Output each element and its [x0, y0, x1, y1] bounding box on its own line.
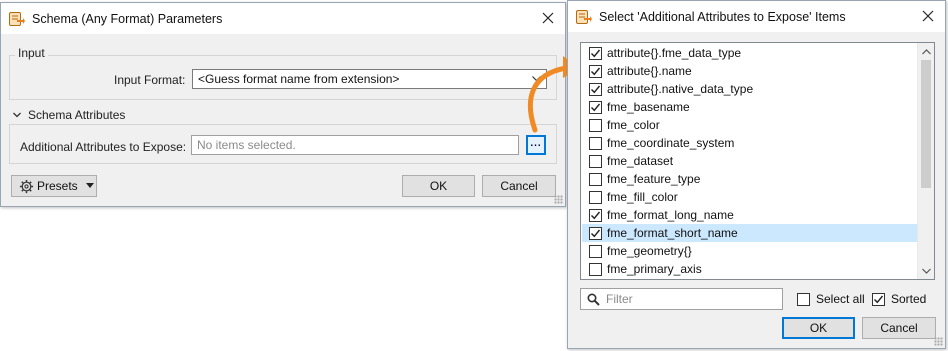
item-label: fme_format_long_name — [607, 208, 734, 222]
item-checkbox[interactable] — [589, 118, 602, 132]
item-checkbox[interactable] — [589, 136, 602, 150]
item-checkbox[interactable] — [589, 46, 602, 60]
schema-parameters-dialog: Schema (Any Format) Parameters Input Inp… — [0, 2, 566, 207]
checkmark-icon — [591, 49, 601, 57]
search-icon — [587, 292, 600, 306]
list-item[interactable]: fme_color — [582, 116, 917, 134]
list-item[interactable]: fme_fill_color — [582, 188, 917, 206]
list-item[interactable]: fme_geometry{} — [582, 242, 917, 260]
schema-attributes-toggle[interactable]: Schema Attributes — [9, 108, 129, 122]
list-item[interactable]: fme_basename — [582, 98, 917, 116]
dropdown-arrow-icon — [85, 183, 94, 189]
item-checkbox[interactable] — [589, 172, 602, 186]
item-label: fme_coordinate_system — [607, 136, 735, 150]
list-item[interactable]: fme_format_long_name — [582, 206, 917, 224]
right-dialog-titlebar[interactable]: Select 'Additional Attributes to Expose'… — [568, 1, 945, 32]
gear-icon — [19, 179, 34, 194]
list-item[interactable]: attribute{}.native_data_type — [582, 80, 917, 98]
item-label: fme_basename — [607, 100, 690, 114]
presets-button[interactable]: Presets — [11, 175, 97, 197]
item-label: fme_geometry{} — [607, 244, 692, 258]
cancel-button[interactable]: Cancel — [482, 175, 556, 197]
sorted-checkbox[interactable]: Sorted — [872, 292, 926, 306]
additional-attributes-label: Additional Attributes to Expose: — [20, 140, 187, 154]
close-icon[interactable] — [917, 5, 939, 27]
checkmark-icon — [591, 67, 601, 75]
item-checkbox[interactable] — [589, 82, 602, 96]
checkmark-icon — [591, 211, 601, 219]
checkmark-icon — [874, 295, 884, 303]
list-item[interactable]: attribute{}.name — [582, 62, 917, 80]
sorted-box — [872, 292, 885, 306]
checkmark-icon — [591, 229, 601, 237]
presets-label: Presets — [37, 179, 78, 193]
fme-reader-icon — [575, 8, 592, 25]
right-dialog-title: Select 'Additional Attributes to Expose'… — [599, 9, 846, 24]
filter-input[interactable]: Filter — [580, 288, 783, 310]
scroll-thumb[interactable] — [921, 60, 931, 188]
select-items-dialog: Select 'Additional Attributes to Expose'… — [567, 0, 946, 349]
additional-attributes-placeholder: No items selected. — [197, 138, 296, 152]
item-label: attribute{}.native_data_type — [607, 82, 754, 96]
list-item[interactable]: fme_primary_axis — [582, 260, 917, 278]
list-item[interactable]: fme_coordinate_system — [582, 134, 917, 152]
item-checkbox[interactable] — [589, 100, 602, 114]
left-dialog-titlebar[interactable]: Schema (Any Format) Parameters — [1, 3, 565, 34]
browse-attributes-button[interactable]: ... — [526, 135, 546, 155]
scroll-down-icon[interactable] — [918, 262, 934, 279]
left-dialog-title: Schema (Any Format) Parameters — [32, 11, 223, 26]
item-label: fme_feature_type — [607, 172, 701, 186]
close-icon[interactable] — [537, 7, 559, 29]
filter-placeholder: Filter — [606, 292, 633, 306]
resize-grip[interactable] — [934, 337, 943, 346]
input-format-value: <Guess format name from extension> — [198, 72, 400, 86]
list-item[interactable]: fme_format_short_name — [582, 224, 917, 242]
checkmark-icon — [591, 85, 601, 93]
list-item[interactable]: fme_feature_type — [582, 170, 917, 188]
item-checkbox[interactable] — [589, 154, 602, 168]
scroll-up-icon[interactable] — [918, 43, 934, 60]
select-all-label: Select all — [816, 292, 865, 306]
item-label: fme_format_short_name — [607, 226, 738, 240]
list-scrollbar[interactable] — [917, 43, 934, 279]
item-checkbox[interactable] — [589, 190, 602, 204]
item-label: attribute{}.name — [607, 64, 692, 78]
fme-reader-icon — [8, 10, 25, 27]
select-all-box — [797, 292, 810, 306]
cancel-button[interactable]: Cancel — [862, 317, 936, 339]
ok-button[interactable]: OK — [402, 175, 475, 197]
sorted-label: Sorted — [891, 292, 927, 306]
input-group-title: Input — [15, 46, 48, 60]
additional-attributes-field[interactable]: No items selected. — [191, 135, 519, 155]
item-checkbox[interactable] — [589, 244, 602, 258]
checkmark-icon — [591, 103, 601, 111]
attribute-list[interactable]: attribute{}.fme_data_type attribute{}.nam… — [580, 42, 935, 280]
input-format-select[interactable]: <Guess format name from extension> — [192, 69, 547, 89]
item-label: fme_color — [607, 118, 660, 132]
input-format-label: Input Format: — [114, 73, 186, 87]
select-all-checkbox[interactable]: Select all — [797, 292, 865, 306]
ok-button[interactable]: OK — [782, 317, 855, 339]
list-item[interactable]: attribute{}.fme_data_type — [582, 44, 917, 62]
item-label: attribute{}.fme_data_type — [607, 46, 742, 60]
item-checkbox[interactable] — [589, 262, 602, 276]
item-label: fme_primary_axis — [607, 262, 702, 276]
resize-grip[interactable] — [554, 195, 563, 204]
item-checkbox[interactable] — [589, 226, 602, 240]
item-checkbox[interactable] — [589, 64, 602, 78]
chevron-down-icon — [531, 73, 542, 87]
item-checkbox[interactable] — [589, 208, 602, 222]
schema-attributes-title: Schema Attributes — [28, 108, 126, 122]
list-item[interactable]: fme_dataset — [582, 152, 917, 170]
item-label: fme_fill_color — [607, 190, 678, 204]
chevron-down-icon — [13, 112, 21, 118]
item-label: fme_dataset — [607, 154, 674, 168]
